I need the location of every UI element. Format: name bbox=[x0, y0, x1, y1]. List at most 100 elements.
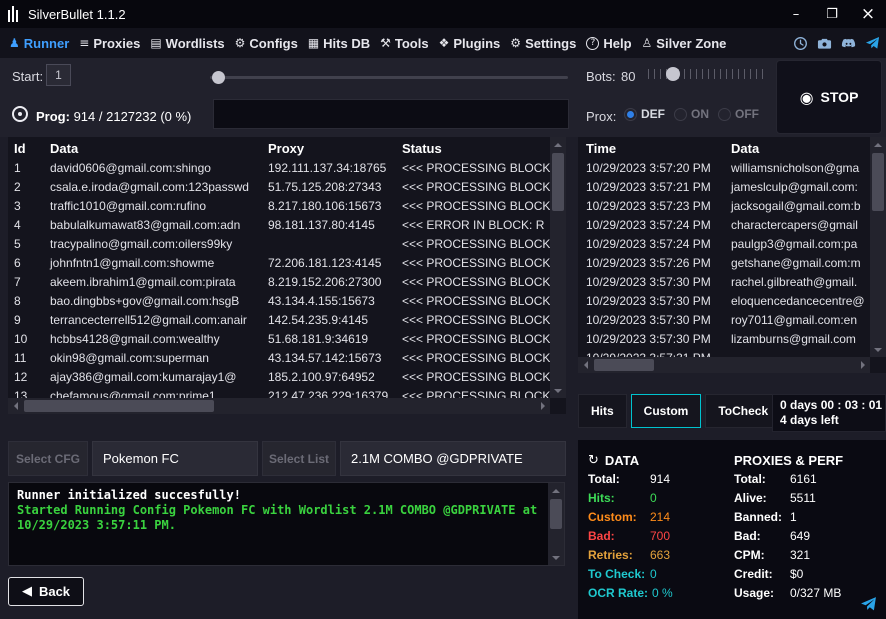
prox-option-def[interactable]: DEF bbox=[624, 107, 665, 121]
hits-row[interactable]: 10/29/2023 3:57:26 PMgetshane@gmail.com:… bbox=[578, 254, 870, 273]
column-header-proxy[interactable]: Proxy bbox=[262, 141, 396, 156]
results-row[interactable]: 3traffic1010@gmail.com:rufino8.217.180.1… bbox=[8, 197, 550, 216]
hits-row[interactable]: 10/29/2023 3:57:30 PMrachel.gilbreath@gm… bbox=[578, 273, 870, 292]
scroll-left-button[interactable] bbox=[8, 398, 22, 414]
start-input[interactable] bbox=[46, 64, 71, 86]
results-row[interactable]: 11okin98@gmail.com:superman43.134.57.142… bbox=[8, 349, 550, 368]
results-row[interactable]: 10hcbbs4128@gmail.com:wealthy51.68.181.9… bbox=[8, 330, 550, 349]
results-row[interactable]: 13chefamous@gmail.com:prime1212.47.236.2… bbox=[8, 387, 550, 398]
nav-item-runner[interactable]: ♟Runner bbox=[4, 28, 74, 58]
nav-item-silverzone[interactable]: ♙Silver Zone bbox=[637, 28, 732, 58]
nav-item-tools[interactable]: ⚒Tools bbox=[375, 28, 433, 58]
bots-slider[interactable] bbox=[648, 66, 766, 82]
start-slider[interactable] bbox=[210, 71, 568, 84]
log-vscrollbar[interactable] bbox=[548, 483, 564, 565]
config-name-field[interactable]: Pokemon FC bbox=[92, 441, 258, 476]
maximize-button[interactable]: ❐ bbox=[814, 0, 850, 28]
back-button[interactable]: ◀ Back bbox=[8, 577, 84, 606]
scroll-thumb[interactable] bbox=[552, 153, 564, 211]
hits-row[interactable]: 10/29/2023 3:57:24 PMpaulgp3@gmail.com:p… bbox=[578, 235, 870, 254]
history-icon[interactable] bbox=[793, 36, 808, 51]
discord-icon[interactable] bbox=[841, 36, 856, 51]
scroll-right-button[interactable] bbox=[536, 398, 550, 414]
results-row[interactable]: 7akeem.ibrahim1@gmail.com:pirata8.219.15… bbox=[8, 273, 550, 292]
scroll-track[interactable] bbox=[548, 497, 564, 551]
scroll-track[interactable] bbox=[550, 151, 566, 384]
column-header-data[interactable]: Data bbox=[44, 141, 262, 156]
results-row[interactable]: 5tracypalino@gmail.com:oilers99ky<<< PRO… bbox=[8, 235, 550, 254]
scroll-thumb[interactable] bbox=[550, 499, 562, 529]
progress-bar bbox=[213, 99, 569, 129]
telegram-icon[interactable] bbox=[865, 36, 880, 51]
results-row[interactable]: 4babulalkumawat83@gmail.com:adn98.181.13… bbox=[8, 216, 550, 235]
hits-hscrollbar[interactable] bbox=[578, 357, 870, 373]
results-row[interactable]: 6johnfntn1@gmail.com:showme72.206.181.12… bbox=[8, 254, 550, 273]
results-row[interactable]: 1david0606@gmail.com:shingo192.111.137.3… bbox=[8, 159, 550, 178]
scroll-track[interactable] bbox=[22, 398, 536, 414]
scroll-down-button[interactable] bbox=[548, 551, 564, 565]
tab-tocheck[interactable]: ToCheck bbox=[705, 394, 781, 428]
results-hscrollbar[interactable] bbox=[8, 398, 550, 414]
stat-row: OCR Rate:0 % bbox=[588, 584, 730, 603]
results-vscrollbar[interactable] bbox=[550, 137, 566, 398]
scroll-down-button[interactable] bbox=[870, 343, 886, 357]
hits-row[interactable]: 10/29/2023 3:57:30 PMroy7011@gmail.com:e… bbox=[578, 311, 870, 330]
tab-hits[interactable]: Hits bbox=[578, 394, 627, 428]
scroll-left-button[interactable] bbox=[578, 357, 592, 373]
hits-row[interactable]: 10/29/2023 3:57:20 PMwilliamsnicholson@g… bbox=[578, 159, 870, 178]
scroll-track[interactable] bbox=[870, 151, 886, 343]
wordlist-name-value: 2.1M COMBO @GDPRIVATE bbox=[351, 451, 523, 466]
nav-item-wordlists[interactable]: ▤Wordlists bbox=[145, 28, 229, 58]
scroll-up-button[interactable] bbox=[550, 137, 566, 151]
hits-row[interactable]: 10/29/2023 3:57:21 PMjameslculp@gmail.co… bbox=[578, 178, 870, 197]
scroll-thumb[interactable] bbox=[594, 359, 654, 371]
tab-custom[interactable]: Custom bbox=[631, 394, 702, 428]
hits-row[interactable]: 10/29/2023 3:57:30 PMlizamburns@gmail.co… bbox=[578, 330, 870, 349]
screenshot-camera-icon[interactable] bbox=[817, 36, 832, 51]
nav-item-plugins[interactable]: ❖Plugins bbox=[434, 28, 506, 58]
cell-id: 7 bbox=[8, 273, 44, 292]
results-row[interactable]: 12ajay386@gmail.com:kumarajay1@185.2.100… bbox=[8, 368, 550, 387]
column-header-status[interactable]: Status bbox=[396, 141, 566, 156]
hits-row[interactable]: 10/29/2023 3:57:30 PMeloquencedancecentr… bbox=[578, 292, 870, 311]
column-header-time[interactable]: Time bbox=[578, 141, 723, 156]
hits-vscrollbar[interactable] bbox=[870, 137, 886, 357]
results-row[interactable]: 8bao.dingbbs+gov@gmail.com:hsgB43.134.4.… bbox=[8, 292, 550, 311]
scroll-thumb[interactable] bbox=[872, 153, 884, 211]
log-console[interactable]: Runner initialized succesfully!Started R… bbox=[8, 482, 565, 566]
select-list-button[interactable]: Select List bbox=[262, 441, 336, 476]
nav-item-configs[interactable]: ⚙Configs bbox=[230, 28, 303, 58]
scroll-right-button[interactable] bbox=[856, 357, 870, 373]
hits-row[interactable]: 10/29/2023 3:57:24 PMcharactercapers@gma… bbox=[578, 216, 870, 235]
scroll-up-button[interactable] bbox=[548, 483, 564, 497]
hits-row[interactable]: 10/29/2023 3:57:31 PM bbox=[578, 349, 870, 357]
cell-id: 5 bbox=[8, 235, 44, 254]
prox-option-on[interactable]: ON bbox=[674, 107, 709, 121]
slider-thumb[interactable] bbox=[212, 71, 225, 84]
scroll-track[interactable] bbox=[592, 357, 856, 373]
hits-row[interactable]: 10/29/2023 3:57:23 PMjacksogail@gmail.co… bbox=[578, 197, 870, 216]
select-cfg-button[interactable]: Select CFG bbox=[8, 441, 88, 476]
bots-slider-thumb[interactable] bbox=[666, 67, 680, 81]
scroll-down-button[interactable] bbox=[550, 384, 566, 398]
nav-item-proxies[interactable]: ≡Proxies bbox=[74, 28, 145, 58]
close-button[interactable]: × bbox=[850, 0, 886, 28]
slider-track[interactable] bbox=[210, 76, 568, 79]
stop-button[interactable]: ◉ STOP bbox=[800, 88, 859, 107]
scroll-thumb[interactable] bbox=[24, 400, 214, 412]
column-header-id[interactable]: Id bbox=[8, 141, 44, 156]
data-stats-rows: Total:914Hits:0Custom:214Bad:700Retries:… bbox=[588, 470, 730, 603]
column-header-data[interactable]: Data bbox=[723, 141, 886, 156]
results-row[interactable]: 9terrancecterrell512@gmail.com:anair142.… bbox=[8, 311, 550, 330]
results-table: IdDataProxyStatus 1david0606@gmail.com:s… bbox=[8, 137, 566, 414]
results-row[interactable]: 2csala.e.iroda@gmail.com:123passwd51.75.… bbox=[8, 178, 550, 197]
minimize-button[interactable]: – bbox=[778, 0, 814, 28]
nav-item-help[interactable]: ?Help bbox=[581, 28, 636, 58]
scroll-up-button[interactable] bbox=[870, 137, 886, 151]
wordlist-name-field[interactable]: 2.1M COMBO @GDPRIVATE bbox=[340, 441, 566, 476]
prox-option-off[interactable]: OFF bbox=[718, 107, 759, 121]
nav-item-settings[interactable]: ⚙Settings bbox=[505, 28, 581, 58]
telegram-corner-icon[interactable] bbox=[860, 596, 877, 613]
nav-item-hitsdb[interactable]: ▦Hits DB bbox=[303, 28, 375, 58]
settings-icon: ⚙ bbox=[510, 36, 521, 50]
